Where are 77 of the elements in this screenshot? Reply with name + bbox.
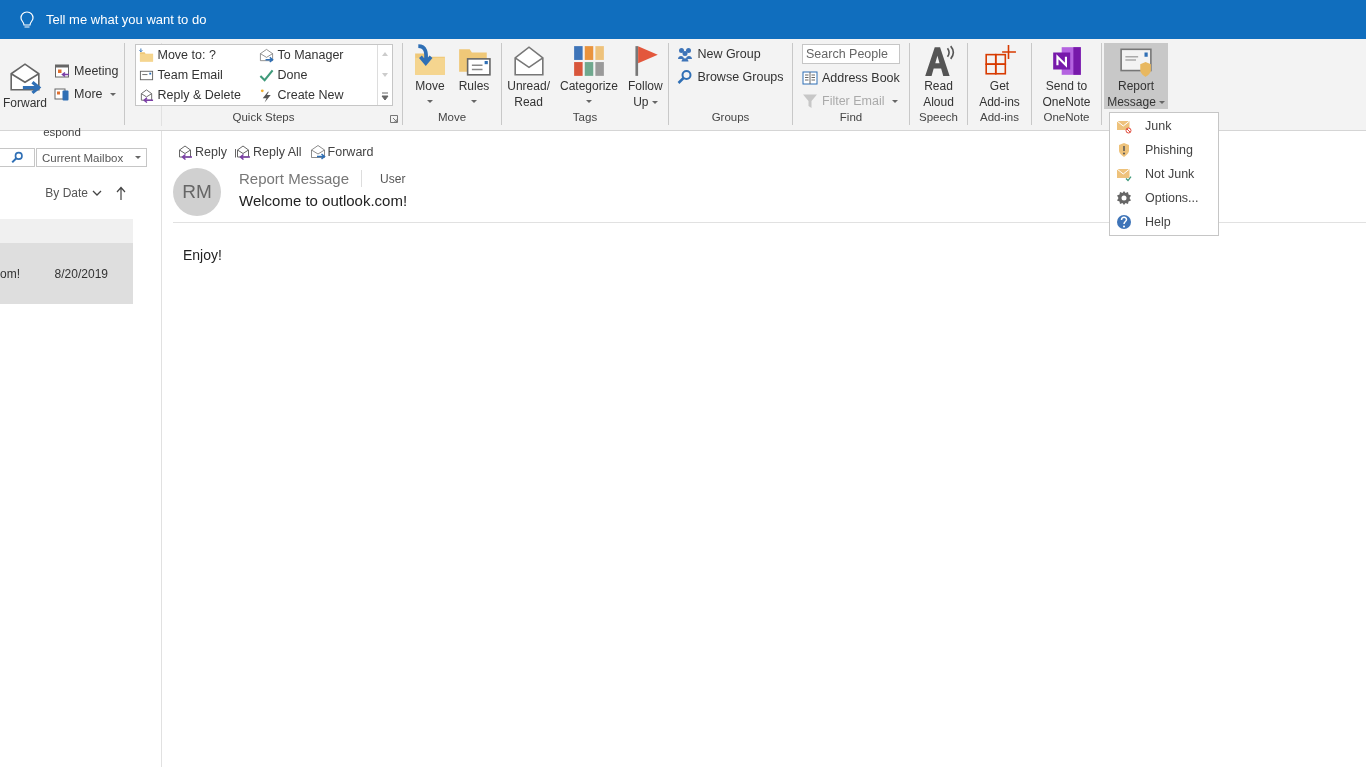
- ribbon-button[interactable]: Unread/ Read: [504, 43, 553, 109]
- group-label: Find: [839, 111, 863, 125]
- window-icon: [54, 86, 70, 102]
- add-ins-icon: [982, 44, 1017, 78]
- color-grid-icon: [572, 44, 606, 78]
- scope-dropdown[interactable]: Current Mailbox: [36, 148, 147, 167]
- menu-item[interactable]: Phishing: [1110, 138, 1218, 162]
- people-icon: [677, 46, 694, 62]
- search-people-field[interactable]: Search People: [802, 44, 900, 64]
- folder-arrow-icon: [413, 44, 447, 78]
- group-label: Groups: [711, 111, 750, 125]
- ribbon-button[interactable]: Read Aloud: [918, 43, 959, 109]
- group-label: Move: [437, 111, 467, 125]
- address-book-icon: [802, 70, 818, 86]
- ribbon-button[interactable]: Forward: [0, 60, 50, 126]
- shield-icon: [1116, 142, 1132, 158]
- message-action[interactable]: Reply: [177, 143, 227, 161]
- ribbon-button[interactable]: Send to OneNote: [1039, 43, 1094, 109]
- menu-item[interactable]: Help: [1110, 210, 1218, 234]
- sender-name: Report Message: [239, 170, 363, 187]
- avatar: RM: [173, 168, 221, 216]
- ribbon-button[interactable]: Meeting: [54, 61, 119, 81]
- envelope-blocked-icon: [1116, 118, 1132, 134]
- folder-icon: [138, 47, 154, 63]
- ribbon-button[interactable]: Browse Groups: [677, 67, 784, 87]
- envelope-reply-icon: [177, 144, 193, 160]
- ribbon-button[interactable]: Get Add-ins: [976, 43, 1023, 109]
- quick-step[interactable]: Reply & Delete: [138, 85, 259, 105]
- filter-icon: [802, 93, 818, 109]
- envelope-check-icon: [1116, 166, 1132, 182]
- envelope-reply-all-icon: [234, 144, 251, 160]
- menu-item[interactable]: Not Junk: [1110, 162, 1218, 186]
- ribbon-button[interactable]: More: [54, 84, 119, 104]
- group-label: Speech: [919, 111, 958, 125]
- envelope-reply-icon: [138, 87, 154, 103]
- group-label: espond: [43, 126, 81, 140]
- ribbon-button[interactable]: New Group: [677, 44, 784, 64]
- quick-step[interactable]: Create New: [258, 85, 377, 105]
- sort-direction-icon[interactable]: [116, 186, 126, 200]
- ribbon-button[interactable]: Address Book: [802, 68, 900, 88]
- recipient: User: [380, 171, 406, 186]
- quick-step[interactable]: Move to: ?: [138, 45, 259, 65]
- ribbon-button[interactable]: Report Message: [1104, 43, 1168, 109]
- ribbon-button[interactable]: Follow Up: [625, 43, 666, 109]
- envelope-arrow-icon: [8, 61, 42, 95]
- message-action[interactable]: Reply All: [234, 143, 302, 161]
- group-label: Quick Steps: [232, 111, 295, 125]
- group-label: OneNote: [1043, 111, 1090, 125]
- calendar-icon: [54, 63, 70, 79]
- ribbon-button[interactable]: Categorize: [557, 43, 621, 109]
- search-field[interactable]: [0, 148, 35, 167]
- lightbulb-icon: [20, 10, 34, 29]
- ribbon-button[interactable]: Move: [410, 43, 450, 109]
- message-action[interactable]: Forward: [309, 143, 374, 161]
- dialog-launcher-icon[interactable]: [390, 115, 398, 123]
- open-envelope-icon: [511, 44, 546, 78]
- sort-button[interactable]: By Date: [45, 186, 102, 200]
- menu-item[interactable]: Junk: [1110, 114, 1218, 138]
- message-body: Enjoy!: [183, 247, 223, 263]
- help-icon: [1116, 214, 1132, 230]
- chevron-down-icon: [92, 189, 102, 197]
- tell-me-field[interactable]: Tell me what you want to do: [46, 12, 246, 27]
- envelope-arrow-icon: [309, 144, 326, 160]
- ribbon-button[interactable]: Rules: [454, 43, 494, 109]
- search-icon: [677, 69, 694, 85]
- message-row[interactable]: om! 8/20/2019: [0, 243, 133, 304]
- envelope-arrow-icon: [258, 47, 274, 63]
- checkmark-icon: [258, 67, 274, 83]
- group-label: Add-ins: [980, 111, 1019, 125]
- message-subject: Welcome to outlook.com!: [239, 192, 408, 209]
- search-icon: [11, 151, 24, 164]
- quick-step[interactable]: To Manager: [258, 45, 377, 65]
- menu-item[interactable]: Options...: [1110, 186, 1218, 210]
- quick-step[interactable]: Done: [258, 65, 377, 85]
- quick-step[interactable]: Team Email: [138, 65, 259, 85]
- group-label: Tags: [572, 111, 598, 125]
- settings-icon: [1116, 190, 1132, 206]
